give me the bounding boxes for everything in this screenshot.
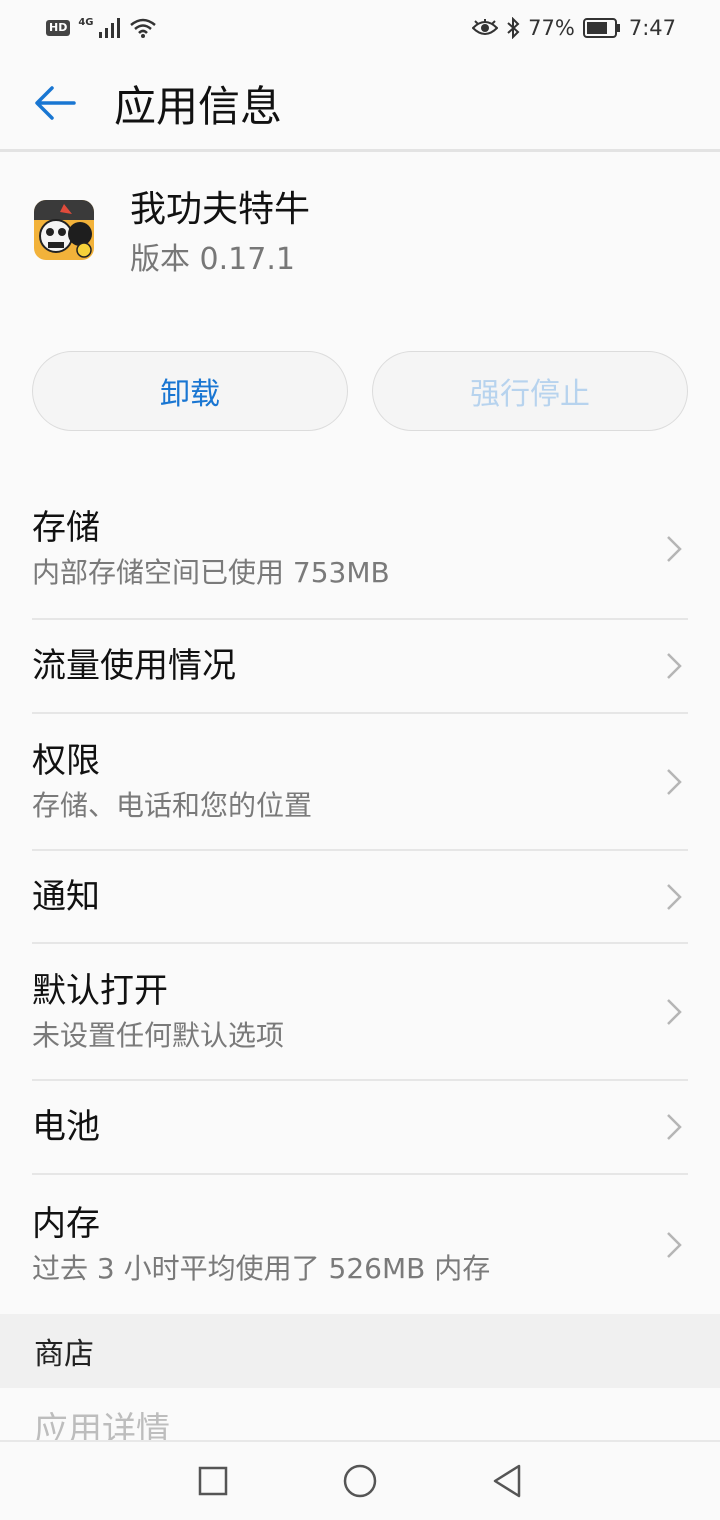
list-item-permissions[interactable]: 权限 存储、电话和您的位置 bbox=[32, 714, 688, 851]
triangle-back-icon bbox=[493, 1464, 520, 1498]
store-section-header: 商店 bbox=[0, 1314, 720, 1388]
bluetooth-icon bbox=[507, 17, 520, 39]
list-item-notifications[interactable]: 通知 bbox=[32, 851, 688, 944]
uninstall-button[interactable]: 卸载 bbox=[32, 351, 348, 431]
app-icon bbox=[34, 200, 94, 260]
section-title: 商店 bbox=[34, 1337, 94, 1372]
chevron-right-icon bbox=[667, 998, 682, 1025]
battery-icon bbox=[582, 18, 620, 38]
app-text: 我功夫特牛 版本 0.17.1 bbox=[130, 188, 310, 280]
list-item-memory[interactable]: 内存 过去 3 小时平均使用了 526MB 内存 bbox=[32, 1175, 688, 1314]
recents-button[interactable] bbox=[183, 1451, 243, 1511]
item-title: 电池 bbox=[32, 1107, 100, 1147]
chevron-right-icon bbox=[667, 768, 682, 795]
clock: 7:47 bbox=[628, 16, 676, 40]
force-stop-button: 强行停止 bbox=[372, 351, 688, 431]
item-subtitle: 过去 3 小时平均使用了 526MB 内存 bbox=[32, 1251, 491, 1285]
back-nav-button[interactable] bbox=[477, 1451, 537, 1511]
chevron-right-icon bbox=[667, 536, 682, 562]
status-left: HD 4G bbox=[46, 16, 156, 38]
page-title: 应用信息 bbox=[114, 81, 283, 131]
circle-icon bbox=[343, 1464, 377, 1498]
item-title: 默认打开 bbox=[32, 970, 168, 1011]
eye-comfort-icon bbox=[472, 19, 499, 35]
item-subtitle: 未设置任何默认选项 bbox=[32, 1018, 285, 1052]
back-arrow-icon bbox=[35, 86, 76, 120]
navigation-bar bbox=[0, 1440, 720, 1520]
square-icon bbox=[199, 1466, 228, 1496]
action-buttons: 卸载 强行停止 bbox=[32, 351, 688, 431]
list-item-battery[interactable]: 电池 bbox=[32, 1081, 688, 1175]
chevron-right-icon bbox=[667, 1231, 682, 1258]
list-item-data-usage[interactable]: 流量使用情况 bbox=[32, 620, 688, 714]
item-title: 存储 bbox=[32, 508, 100, 548]
chevron-right-icon bbox=[667, 653, 682, 679]
chevron-right-icon bbox=[667, 1114, 682, 1140]
back-button[interactable] bbox=[0, 56, 112, 150]
app-info-header: 我功夫特牛 版本 0.17.1 bbox=[34, 188, 310, 280]
signal-icon bbox=[98, 18, 120, 38]
item-title: 权限 bbox=[32, 740, 100, 781]
wifi-icon bbox=[129, 18, 156, 38]
app-bar: 应用信息 bbox=[0, 56, 720, 150]
app-version: 版本 0.17.1 bbox=[130, 242, 295, 277]
battery-percent: 77% bbox=[528, 16, 575, 40]
item-title: 内存 bbox=[32, 1203, 100, 1244]
item-subtitle: 内部存储空间已使用 753MB bbox=[32, 556, 390, 589]
settings-list: 存储 内部存储空间已使用 753MB 流量使用情况 权限 存储、电话和您的位置 … bbox=[0, 480, 720, 1314]
header-divider bbox=[0, 149, 720, 152]
app-name: 我功夫特牛 bbox=[130, 189, 311, 230]
status-right: 77% 7:47 bbox=[472, 16, 676, 40]
item-title: 通知 bbox=[32, 876, 100, 917]
chevron-right-icon bbox=[667, 883, 682, 910]
status-bar: HD 4G 77% 7:47 bbox=[0, 0, 720, 56]
network-type: 4G bbox=[78, 16, 94, 28]
hd-badge: HD bbox=[46, 20, 71, 36]
list-item-storage[interactable]: 存储 内部存储空间已使用 753MB bbox=[32, 480, 688, 620]
home-button[interactable] bbox=[330, 1451, 390, 1511]
item-title: 流量使用情况 bbox=[32, 646, 236, 686]
list-item-open-by-default[interactable]: 默认打开 未设置任何默认选项 bbox=[32, 944, 688, 1081]
item-subtitle: 存储、电话和您的位置 bbox=[32, 788, 313, 822]
